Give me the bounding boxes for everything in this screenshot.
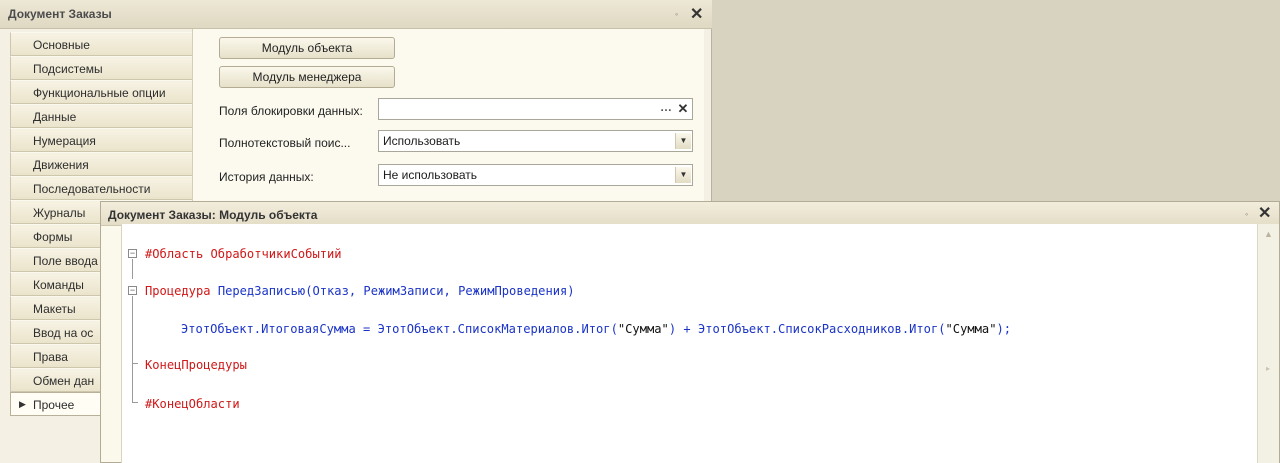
fold-gutter: − − <box>122 224 142 463</box>
tab-label: Поле ввода <box>33 254 98 268</box>
manager-module-button[interactable]: Модуль менеджера <box>219 66 395 88</box>
tab-label: Прочее <box>33 398 75 412</box>
tab-subsystems[interactable]: Подсистемы <box>10 56 192 80</box>
code-expression-c: ); <box>996 322 1012 336</box>
window-title: Документ Заказы <box>8 7 112 21</box>
code-line-1: #Область ОбработчикиСобытий <box>145 246 342 262</box>
tab-label: Макеты <box>33 302 76 316</box>
tab-label: Основные <box>33 38 90 52</box>
code-editor[interactable]: − − #Область ОбработчикиСобытий Процедур… <box>121 224 1257 463</box>
code-expression-a: ЭтотОбъект.ИтоговаяСумма = ЭтотОбъект.Сп… <box>181 322 618 336</box>
tab-data[interactable]: Данные <box>10 104 192 128</box>
tab-label: Нумерация <box>33 134 96 148</box>
fold-line <box>132 296 133 402</box>
scroll-up-icon[interactable]: ▲ <box>1264 229 1273 239</box>
close-icon[interactable]: ✕ <box>1258 206 1271 222</box>
vertical-scrollbar[interactable]: ▲ ▸ <box>1257 224 1279 463</box>
data-history-label: История данных: <box>219 170 314 184</box>
tab-label: Последовательности <box>33 182 151 196</box>
fold-minus-icon[interactable]: − <box>128 286 137 295</box>
data-history-value: Не использовать <box>383 168 477 182</box>
object-module-window: Документ Заказы: Модуль объекта ◦ ✕ − − … <box>100 201 1280 463</box>
scroll-grip-icon[interactable]: ▸ <box>1266 364 1270 373</box>
fold-line-end <box>132 363 138 364</box>
procedure-name: ПередЗаписью <box>217 284 306 298</box>
tab-label: Обмен дан <box>33 374 95 388</box>
tab-label: Журналы <box>33 206 86 220</box>
fold-minus-icon[interactable]: − <box>128 249 137 258</box>
window-title-bar[interactable]: Документ Заказы ◦ ✕ <box>0 0 712 29</box>
chevron-down-icon[interactable]: ▼ <box>675 133 691 149</box>
fulltext-search-select[interactable]: Использовать ▼ <box>378 130 693 152</box>
region-directive: #Область ОбработчикиСобытий <box>145 247 342 261</box>
code-line-5: #КонецОбласти <box>145 396 240 412</box>
lock-fields-label: Поля блокировки данных: <box>219 104 363 118</box>
window-title-bar[interactable]: Документ Заказы: Модуль объекта ◦ ✕ <box>101 202 1279 226</box>
lock-fields-input[interactable]: … ✕ <box>378 98 693 120</box>
code-expression-b: ) + ЭтотОбъект.СписокРасходников.Итог( <box>668 322 946 336</box>
fold-line <box>132 259 133 279</box>
window-title: Документ Заказы: Модуль объекта <box>108 208 318 222</box>
string-literal: "Сумма" <box>617 322 669 336</box>
tab-label: Права <box>33 350 68 364</box>
tab-label: Ввод на ос <box>33 326 94 340</box>
object-module-button[interactable]: Модуль объекта <box>219 37 395 59</box>
ellipsis-icon[interactable]: … <box>658 101 674 117</box>
pin-icon[interactable]: ◦ <box>1245 209 1248 219</box>
procedure-params: (Отказ, РежимЗаписи, РежимПроведения) <box>305 284 575 298</box>
code-line-3: ЭтотОбъект.ИтоговаяСумма = ЭтотОбъект.Сп… <box>181 321 1011 337</box>
data-history-select[interactable]: Не использовать ▼ <box>378 164 693 186</box>
string-literal: "Сумма" <box>945 322 997 336</box>
tab-label: Функциональные опции <box>33 86 166 100</box>
tab-label: Команды <box>33 278 84 292</box>
procedure-keyword: Процедура <box>145 284 211 298</box>
tab-numbering[interactable]: Нумерация <box>10 128 192 152</box>
code-line-4: КонецПроцедуры <box>145 357 247 373</box>
end-region-directive: #КонецОбласти <box>145 397 240 411</box>
tab-sequences[interactable]: Последовательности <box>10 176 192 200</box>
tab-label: Данные <box>33 110 77 124</box>
fold-line-end <box>132 402 138 403</box>
chevron-down-icon[interactable]: ▼ <box>675 167 691 183</box>
clear-icon[interactable]: ✕ <box>676 101 690 117</box>
tab-label: Движения <box>33 158 89 172</box>
end-procedure-keyword: КонецПроцедуры <box>145 358 247 372</box>
fulltext-search-value: Использовать <box>383 134 461 148</box>
tab-movements[interactable]: Движения <box>10 152 192 176</box>
tab-label: Подсистемы <box>33 62 103 76</box>
tab-label: Формы <box>33 230 73 244</box>
tab-main[interactable]: Основные <box>10 32 192 56</box>
pin-icon[interactable]: ◦ <box>675 9 678 19</box>
play-arrow-icon: ▶ <box>19 399 26 409</box>
fulltext-search-label: Полнотекстовый поис... <box>219 136 351 150</box>
code-line-2: Процедура ПередЗаписью(Отказ, РежимЗапис… <box>145 283 575 299</box>
close-icon[interactable]: ✕ <box>690 7 703 23</box>
tab-functional-options[interactable]: Функциональные опции <box>10 80 192 104</box>
